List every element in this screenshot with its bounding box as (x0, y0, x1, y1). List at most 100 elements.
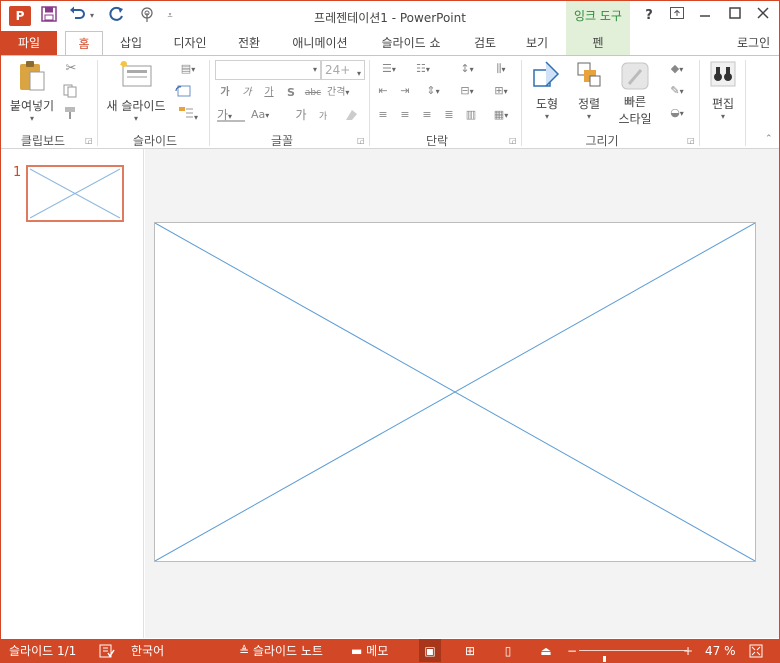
shape-outline-icon[interactable]: ✎▾ (663, 84, 691, 98)
slide-canvas[interactable] (154, 222, 756, 562)
zoom-out-icon[interactable]: − (567, 639, 577, 662)
font-name-input[interactable]: ▾ (215, 60, 321, 80)
tab-design[interactable]: 디자인 (165, 31, 215, 55)
spellcheck-icon[interactable] (99, 639, 115, 662)
paste-button[interactable]: 붙여넣기 ▾ (5, 60, 59, 123)
tab-transitions[interactable]: 전환 (229, 31, 269, 55)
shapes-label: 도형 (535, 97, 559, 111)
notes-icon: ≜ (239, 644, 253, 658)
help-icon[interactable]: ? (638, 5, 660, 27)
smartart-icon[interactable]: ⊞▾ (487, 84, 515, 98)
placeholder-graphic (29, 168, 121, 219)
tab-insert[interactable]: 삽입 (111, 31, 151, 55)
line-spacing-icon[interactable]: ↕▾ (453, 62, 481, 76)
align-center-icon[interactable]: ≡ (397, 108, 413, 122)
language-indicator[interactable]: 한국어 (131, 639, 164, 662)
ribbon-display-icon[interactable] (666, 5, 688, 27)
italic-button[interactable]: 가 (239, 86, 255, 100)
drawing-launcher-icon[interactable]: ◲ (687, 136, 695, 145)
paragraph-launcher-icon[interactable]: ◲ (509, 136, 517, 145)
paragraph-direction-icon[interactable]: ▦▾ (487, 108, 515, 122)
arrange-button[interactable]: 정렬 ▾ (569, 60, 609, 121)
login-link[interactable]: 로그인 (737, 31, 779, 55)
zoom-in-icon[interactable]: + (683, 639, 693, 662)
copy-icon[interactable] (63, 84, 79, 98)
tab-animations[interactable]: 애니메이션 (281, 31, 359, 55)
shapes-button[interactable]: 도형 ▾ (527, 60, 567, 121)
paste-dropdown-icon: ▾ (29, 114, 34, 123)
slide-editor (145, 149, 779, 638)
zoom-slider-thumb[interactable] (602, 656, 606, 662)
align-right-icon[interactable]: ≡ (419, 108, 435, 122)
layout-icon[interactable]: ▤▾ (175, 62, 201, 76)
tab-pen[interactable]: 펜 (566, 31, 630, 55)
slide-thumbnail[interactable] (26, 165, 124, 222)
align-left-icon[interactable]: ≡ (375, 108, 391, 122)
close-icon[interactable] (752, 5, 774, 27)
comments-button[interactable]: ▬ 메모 (351, 639, 388, 662)
slides-group-label: 슬라이드 (132, 134, 178, 148)
format-painter-icon[interactable] (63, 106, 79, 120)
reading-view-icon[interactable]: ▯ (497, 639, 519, 662)
zoom-level[interactable]: 47 % (705, 639, 736, 662)
shrink-font-button[interactable]: 가 (315, 110, 331, 124)
clipboard-launcher-icon[interactable]: ◲ (85, 136, 93, 145)
font-color-button[interactable]: 가▾ (217, 108, 245, 122)
slide-thumbnail-pane: 1 (1, 149, 144, 638)
bold-button[interactable]: 가 (217, 86, 233, 100)
decrease-indent-icon[interactable]: ⇤ (375, 84, 391, 98)
tab-home[interactable]: 홈 (65, 31, 103, 56)
cut-icon[interactable]: ✂ (63, 62, 79, 76)
minimize-icon[interactable] (694, 5, 716, 27)
group-divider (97, 60, 98, 146)
notes-button[interactable]: ≜ 슬라이드 노트 (239, 639, 323, 662)
fit-to-window-icon[interactable] (747, 639, 765, 662)
group-divider (209, 60, 210, 146)
underline-button[interactable]: 가 (261, 86, 277, 100)
slide-counter: 슬라이드 1/1 (9, 644, 77, 658)
shape-effects-icon[interactable]: ◒▾ (663, 106, 691, 120)
text-shadow-button[interactable]: S (283, 86, 299, 100)
shapes-icon (533, 61, 560, 87)
font-size-input[interactable]: 24+ ▾ (321, 60, 365, 80)
numbering-icon[interactable]: ☷▾ (409, 62, 437, 76)
columns-icon[interactable]: ⫼▾ (487, 62, 515, 76)
tab-view[interactable]: 보기 (517, 31, 557, 55)
char-spacing-label: 간격 (327, 87, 346, 98)
editing-dropdown-icon: ▾ (720, 112, 725, 121)
change-case-button[interactable]: Aa▾ (251, 108, 281, 122)
font-size-value: 24+ (325, 63, 351, 77)
title-bar: P ▾ ⩡ 프레젠테이션1 - PowerPoint 잉크 도구 ? (1, 1, 779, 32)
new-slide-button[interactable]: 새 슬라이드 ▾ (103, 60, 169, 123)
shape-fill-icon[interactable]: ◆▾ (663, 62, 691, 76)
tab-slideshow[interactable]: 슬라이드 쇼 (371, 31, 451, 55)
strikethrough-button[interactable]: abc (303, 86, 323, 100)
font-launcher-icon[interactable]: ◲ (357, 136, 365, 145)
tab-review[interactable]: 검토 (465, 31, 505, 55)
reset-slide-icon[interactable] (175, 84, 191, 98)
normal-view-icon[interactable]: ▣ (419, 639, 441, 662)
align-text-icon[interactable]: ⊟▾ (453, 84, 481, 98)
distribute-icon[interactable]: ▥ (463, 108, 479, 122)
tab-file[interactable]: 파일 (1, 31, 57, 55)
collapse-ribbon-icon[interactable]: ⌃ (765, 134, 773, 144)
new-slide-icon (120, 61, 152, 87)
section-icon[interactable]: ▾ (175, 106, 201, 122)
justify-icon[interactable]: ≣ (441, 108, 457, 122)
text-direction-icon[interactable]: ⇕▾ (419, 84, 447, 98)
grow-font-button[interactable]: 가 (293, 108, 309, 122)
group-divider (699, 60, 700, 146)
quick-styles-icon (621, 62, 649, 90)
slide-sorter-icon[interactable]: ⊞ (459, 639, 481, 662)
zoom-slider[interactable] (579, 650, 687, 662)
quick-styles-button[interactable]: 빠른 스타일 (611, 60, 659, 127)
maximize-icon[interactable] (724, 5, 746, 27)
clear-formatting-icon[interactable] (343, 108, 359, 122)
powerpoint-window: P ▾ ⩡ 프레젠테이션1 - PowerPoint 잉크 도구 ? 파일 홈 … (0, 0, 780, 663)
increase-indent-icon[interactable]: ⇥ (397, 84, 413, 98)
bullets-icon[interactable]: ☰▾ (375, 62, 403, 76)
slideshow-icon[interactable]: ⏏ (535, 639, 557, 662)
char-spacing-button[interactable]: 간격▾ (327, 86, 355, 100)
ribbon: 붙여넣기 ▾ ✂ 클립보드 ◲ 새 슬라이드 ▾ ▤▾ ▾ 슬라이드 ▾ 24+… (1, 55, 779, 149)
editing-button[interactable]: 편집 ▾ (705, 60, 741, 121)
